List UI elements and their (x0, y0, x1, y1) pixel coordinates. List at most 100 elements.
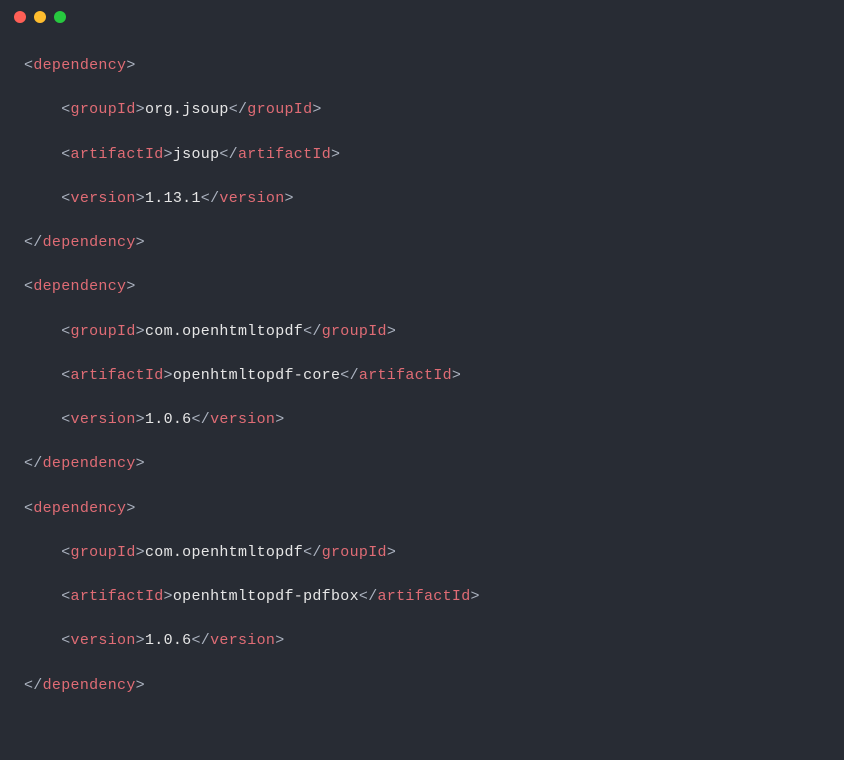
angle-bracket: < (61, 632, 70, 649)
xml-tag: artifactId (238, 146, 331, 163)
xml-tag: groupId (322, 323, 387, 340)
xml-text: org.jsoup (145, 101, 229, 118)
angle-bracket: > (471, 588, 480, 605)
xml-tag: groupId (71, 323, 136, 340)
xml-tag: groupId (71, 544, 136, 561)
angle-bracket: < (61, 146, 70, 163)
angle-bracket: > (285, 190, 294, 207)
xml-tag: version (71, 632, 136, 649)
angle-bracket: > (126, 278, 135, 295)
close-icon[interactable] (14, 11, 26, 23)
code-line: <dependency> (24, 487, 820, 531)
angle-bracket: </ (303, 323, 322, 340)
xml-tag: dependency (43, 455, 136, 472)
code-line: <groupId>org.jsoup</groupId> (24, 88, 820, 132)
angle-bracket: < (61, 411, 70, 428)
angle-bracket: > (312, 101, 321, 118)
angle-bracket: > (126, 57, 135, 74)
angle-bracket: > (136, 190, 145, 207)
code-line: </dependency> (24, 221, 820, 265)
angle-bracket: > (387, 323, 396, 340)
xml-tag: groupId (71, 101, 136, 118)
xml-tag: version (71, 411, 136, 428)
angle-bracket: < (61, 190, 70, 207)
code-line: <artifactId>openhtmltopdf-pdfbox</artifa… (24, 575, 820, 619)
angle-bracket: > (331, 146, 340, 163)
xml-text: 1.0.6 (145, 411, 192, 428)
code-line: </dependency> (24, 442, 820, 486)
angle-bracket: </ (229, 101, 248, 118)
code-line: </dependency> (24, 664, 820, 708)
code-area: <dependency> <groupId>org.jsoup</groupId… (0, 34, 844, 732)
xml-tag: dependency (33, 278, 126, 295)
xml-tag: version (210, 632, 275, 649)
angle-bracket: < (24, 500, 33, 517)
maximize-icon[interactable] (54, 11, 66, 23)
angle-bracket: </ (24, 455, 43, 472)
angle-bracket: </ (340, 367, 359, 384)
xml-text: jsoup (173, 146, 220, 163)
xml-tag: dependency (43, 677, 136, 694)
xml-text: openhtmltopdf-pdfbox (173, 588, 359, 605)
code-line: <version>1.0.6</version> (24, 398, 820, 442)
angle-bracket: < (61, 544, 70, 561)
minimize-icon[interactable] (34, 11, 46, 23)
angle-bracket: </ (359, 588, 378, 605)
xml-text: openhtmltopdf-core (173, 367, 340, 384)
code-line: <artifactId>openhtmltopdf-core</artifact… (24, 354, 820, 398)
xml-tag: dependency (43, 234, 136, 251)
angle-bracket: > (136, 677, 145, 694)
xml-tag: artifactId (71, 146, 164, 163)
angle-bracket: < (61, 101, 70, 118)
angle-bracket: > (452, 367, 461, 384)
angle-bracket: > (164, 146, 173, 163)
xml-text: 1.13.1 (145, 190, 201, 207)
code-line: <groupId>com.openhtmltopdf</groupId> (24, 531, 820, 575)
xml-tag: artifactId (378, 588, 471, 605)
angle-bracket: </ (24, 234, 43, 251)
angle-bracket: > (136, 323, 145, 340)
xml-tag: version (71, 190, 136, 207)
xml-tag: artifactId (359, 367, 452, 384)
xml-text: com.openhtmltopdf (145, 323, 303, 340)
angle-bracket: </ (191, 632, 210, 649)
angle-bracket: > (136, 101, 145, 118)
code-line: <dependency> (24, 44, 820, 88)
window-titlebar (0, 0, 844, 34)
angle-bracket: </ (303, 544, 322, 561)
xml-tag: version (219, 190, 284, 207)
angle-bracket: > (126, 500, 135, 517)
angle-bracket: > (275, 411, 284, 428)
code-line: <version>1.13.1</version> (24, 177, 820, 221)
angle-bracket: > (136, 544, 145, 561)
code-line: <artifactId>jsoup</artifactId> (24, 133, 820, 177)
angle-bracket: < (61, 367, 70, 384)
xml-tag: artifactId (71, 588, 164, 605)
xml-tag: groupId (247, 101, 312, 118)
code-line: <groupId>com.openhtmltopdf</groupId> (24, 310, 820, 354)
angle-bracket: > (387, 544, 396, 561)
angle-bracket: > (136, 632, 145, 649)
angle-bracket: > (275, 632, 284, 649)
code-line: <dependency> (24, 265, 820, 309)
angle-bracket: > (136, 455, 145, 472)
angle-bracket: </ (24, 677, 43, 694)
xml-tag: groupId (322, 544, 387, 561)
angle-bracket: </ (191, 411, 210, 428)
angle-bracket: > (136, 411, 145, 428)
angle-bracket: < (61, 323, 70, 340)
xml-text: 1.0.6 (145, 632, 192, 649)
angle-bracket: > (136, 234, 145, 251)
code-window: <dependency> <groupId>org.jsoup</groupId… (0, 0, 844, 760)
angle-bracket: < (24, 278, 33, 295)
angle-bracket: </ (219, 146, 238, 163)
xml-tag: dependency (33, 57, 126, 74)
xml-text: com.openhtmltopdf (145, 544, 303, 561)
angle-bracket: > (164, 367, 173, 384)
xml-tag: version (210, 411, 275, 428)
angle-bracket: > (164, 588, 173, 605)
angle-bracket: < (24, 57, 33, 74)
code-line: <version>1.0.6</version> (24, 619, 820, 663)
xml-tag: artifactId (71, 367, 164, 384)
angle-bracket: < (61, 588, 70, 605)
